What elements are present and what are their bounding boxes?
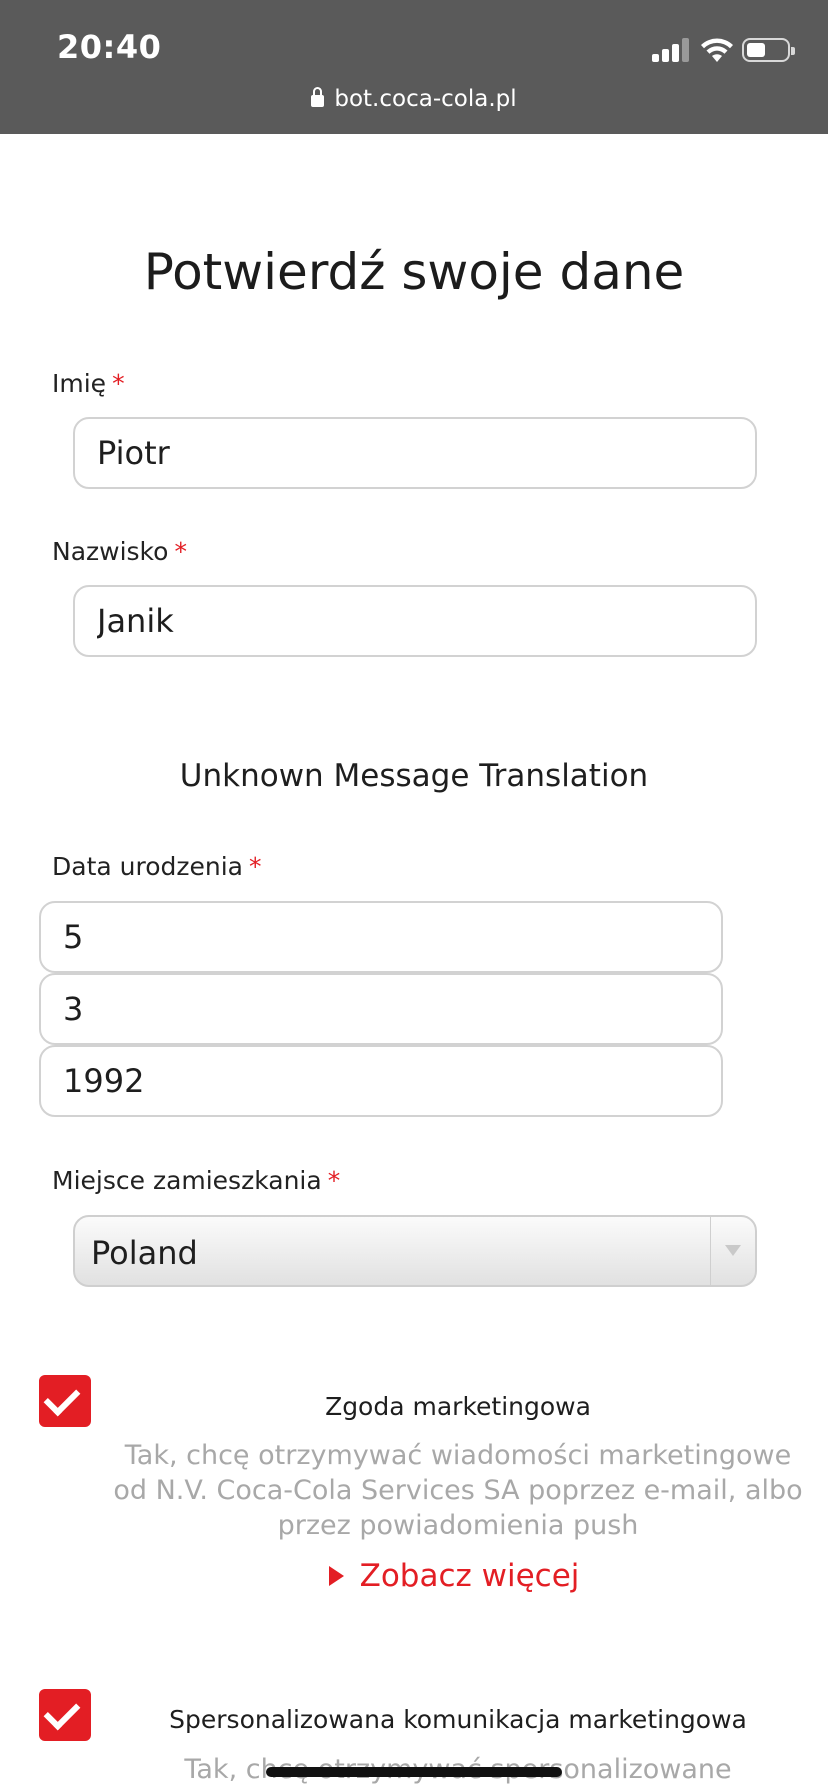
residence-label: Miejsce zamieszkania *: [52, 1166, 340, 1195]
residence-select-value: Poland: [91, 1234, 198, 1272]
personalized-consent-title: Spersonalizowana komunikacja marketingow…: [169, 1705, 747, 1734]
birth-month-input[interactable]: [39, 973, 723, 1045]
select-arrow-area: [710, 1217, 755, 1285]
lock-icon: [311, 87, 325, 107]
see-more-link[interactable]: Zobacz więcej: [0, 1558, 828, 1594]
marketing-consent-text: Tak, chcę otrzymywać wiadomości marketin…: [113, 1440, 803, 1541]
required-mark: *: [112, 369, 125, 398]
residence-label-text: Miejsce zamieszkania: [52, 1166, 322, 1195]
birth-date-label: Data urodzenia *: [52, 852, 262, 881]
battery-icon: [742, 38, 795, 62]
required-mark: *: [249, 852, 262, 881]
required-mark: *: [174, 537, 187, 566]
signal-icon: [652, 38, 690, 62]
last-name-input[interactable]: [73, 585, 757, 657]
chevron-down-icon: [725, 1245, 741, 1256]
required-mark: *: [327, 1166, 341, 1195]
last-name-label-text: Nazwisko: [52, 537, 169, 566]
birth-day-input[interactable]: [39, 901, 723, 973]
page-title: Potwierdź swoje dane: [143, 243, 685, 301]
marketing-consent-checkbox[interactable]: [39, 1375, 91, 1427]
personalized-consent-checkbox[interactable]: [39, 1689, 91, 1741]
first-name-input[interactable]: [73, 417, 757, 489]
play-triangle-icon: [328, 1566, 344, 1586]
first-name-label-text: Imię: [52, 369, 107, 398]
first-name-label: Imię *: [52, 369, 125, 398]
browser-top-bar: 20:40 bot.coca-cola.pl: [0, 0, 828, 134]
address-bar[interactable]: bot.coca-cola.pl: [0, 86, 828, 112]
section-subtitle: Unknown Message Translation: [179, 758, 649, 794]
see-more-label: Zobacz więcej: [359, 1558, 580, 1594]
status-time: 20:40: [57, 28, 162, 66]
birth-date-label-text: Data urodzenia: [52, 852, 243, 881]
last-name-label: Nazwisko *: [52, 537, 187, 566]
wifi-icon: [701, 38, 733, 62]
url-text: bot.coca-cola.pl: [334, 86, 517, 112]
marketing-consent-title: Zgoda marketingowa: [325, 1392, 591, 1421]
residence-select[interactable]: Poland: [73, 1215, 757, 1287]
home-indicator[interactable]: [266, 1767, 562, 1777]
birth-year-input[interactable]: [39, 1045, 723, 1117]
